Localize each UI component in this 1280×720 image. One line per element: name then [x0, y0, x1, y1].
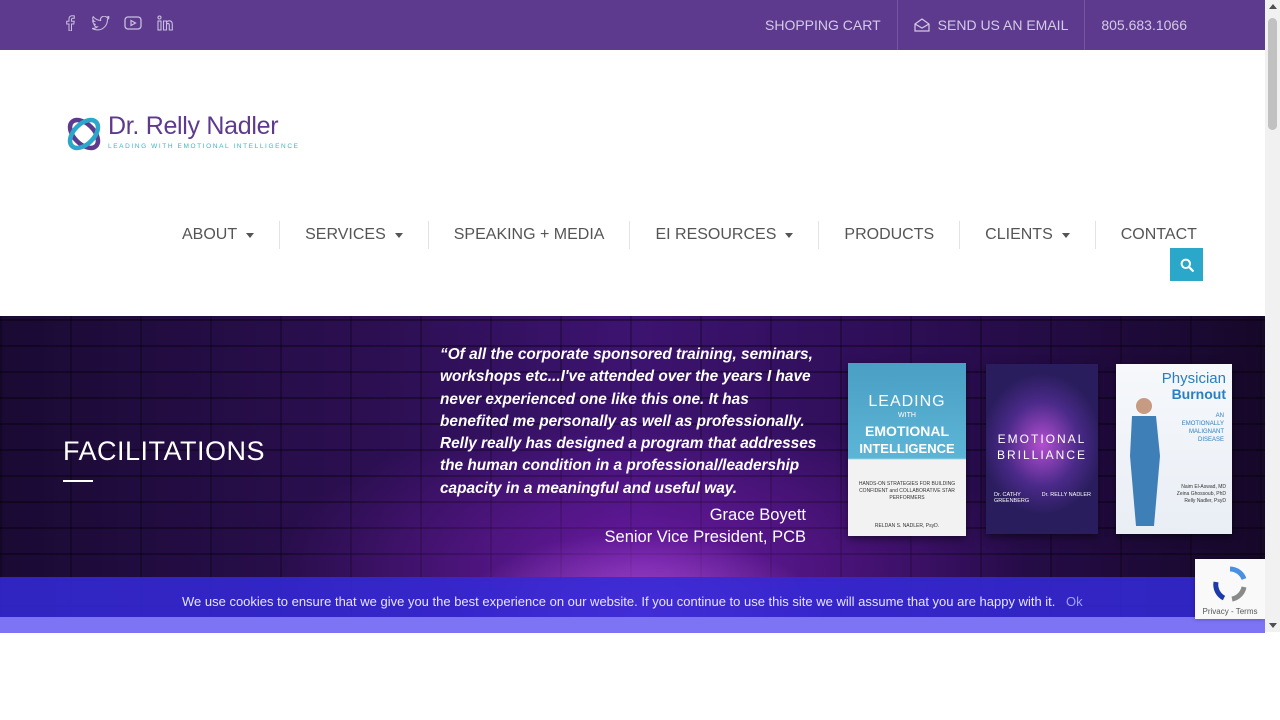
book-author: Dr. CATHY GREENBERG: [994, 492, 1030, 504]
scroll-down-arrow-icon[interactable]: [1269, 623, 1277, 628]
nav-item-products[interactable]: PRODUCTS: [818, 221, 959, 249]
linkedin-icon[interactable]: [156, 14, 174, 32]
nav-item-about[interactable]: ABOUT: [157, 221, 279, 249]
book-title: EMOTIONAL: [997, 432, 1087, 446]
book-subtitle: HANDS-ON STRATEGIES FOR BUILDING CONFIDE…: [858, 481, 956, 501]
caret-down-icon: [1061, 232, 1070, 238]
cookie-ok-button[interactable]: Ok: [1066, 594, 1083, 609]
nav-item-label: PRODUCTS: [844, 226, 935, 243]
book-title: WITH: [898, 412, 916, 419]
testimonial-quote: “Of all the corporate sponsored training…: [440, 346, 817, 497]
phone-label: 805.683.1066: [1101, 17, 1187, 33]
recaptcha-badge[interactable]: Privacy - Terms: [1195, 559, 1265, 619]
recaptcha-icon: [1213, 566, 1247, 602]
book-cover-physician-burnout[interactable]: Physician Burnout AN EMOTIONALLY MALIGNA…: [1116, 364, 1232, 534]
testimonial-author-title: Senior Vice President, PCB: [604, 528, 806, 546]
page-scrollbar[interactable]: [1265, 0, 1280, 632]
shopping-cart-label: SHOPPING CART: [765, 17, 881, 33]
nav-item-label: EI RESOURCES: [655, 226, 777, 243]
book-title: LEADING: [868, 393, 946, 410]
book-author: Dr. RELLY NADLER: [1041, 492, 1091, 498]
nav-item-ei-resources[interactable]: EI RESOURCES: [629, 221, 818, 249]
main-nav: ABOUT SERVICES SPEAKING + MEDIA EI RESOU…: [157, 220, 1222, 250]
hero-title-underline: [63, 480, 93, 482]
site-logo[interactable]: Dr. Relly Nadler LEADING WITH EMOTIONAL …: [64, 112, 298, 156]
book-author: RELDAN S. NADLER, PsyD.: [874, 523, 940, 529]
shopping-cart-link[interactable]: SHOPPING CART: [749, 0, 897, 50]
caret-down-icon: [785, 232, 794, 238]
cookie-text: We use cookies to ensure that we give yo…: [182, 594, 1056, 609]
nav-item-label: SERVICES: [305, 226, 386, 243]
scrollbar-thumb[interactable]: [1268, 18, 1277, 130]
logo-mark-icon: [67, 117, 101, 151]
search-button[interactable]: [1170, 248, 1203, 281]
email-label: SEND US AN EMAIL: [937, 17, 1069, 33]
hero-title: FACILITATIONS: [63, 436, 266, 466]
nav-item-services[interactable]: SERVICES: [279, 221, 428, 249]
book-author: Naim El-Aswad, MD Zeina Ghossoub, PhD Re…: [1176, 484, 1226, 504]
testimonial-author: Grace Boyett: [709, 506, 806, 524]
book-cover-leading-with-ei[interactable]: LEADING WITH EMOTIONAL INTELLIGENCE HAND…: [848, 363, 966, 536]
nav-item-clients[interactable]: CLIENTS: [959, 221, 1095, 249]
book-title: INTELLIGENCE: [859, 441, 955, 456]
logo-tagline: LEADING WITH EMOTIONAL INTELLIGENCE: [108, 143, 300, 150]
cookie-bar-bottom: [0, 617, 1265, 633]
book-subtitle: AN EMOTIONALLY MALIGNANT DISEASE: [1181, 413, 1224, 443]
email-link[interactable]: SEND US AN EMAIL: [896, 0, 1085, 50]
scroll-up-arrow-icon[interactable]: [1269, 4, 1277, 9]
top-bar: SHOPPING CART SEND US AN EMAIL 805.683.1…: [0, 0, 1265, 50]
youtube-icon[interactable]: [124, 14, 142, 32]
phone-link[interactable]: 805.683.1066: [1084, 0, 1203, 50]
recaptcha-links[interactable]: Privacy - Terms: [1195, 607, 1265, 616]
envelope-icon: [914, 18, 930, 32]
caret-down-icon: [394, 232, 403, 238]
search-icon: [1180, 258, 1194, 272]
nav-item-speaking-media[interactable]: SPEAKING + MEDIA: [427, 221, 630, 249]
nav-item-label: CONTACT: [1120, 226, 1197, 243]
cookie-notice: We use cookies to ensure that we give yo…: [0, 577, 1265, 633]
logo-name: Dr. Relly Nadler: [108, 112, 279, 140]
twitter-icon[interactable]: [92, 14, 110, 32]
caret-down-icon: [246, 232, 255, 238]
nav-item-label: ABOUT: [182, 226, 238, 243]
book-title: BRILLIANCE: [996, 448, 1088, 462]
book-title: Physician: [1161, 370, 1226, 387]
facebook-icon[interactable]: [61, 14, 79, 32]
nav-item-label: CLIENTS: [985, 226, 1053, 243]
book-cover-emotional-brilliance[interactable]: EMOTIONAL BRILLIANCE Dr. CATHY GREENBERG…: [986, 364, 1098, 534]
nav-item-label: SPEAKING + MEDIA: [453, 226, 605, 243]
nav-item-contact[interactable]: CONTACT: [1094, 221, 1222, 249]
physician-figure-icon: [1130, 398, 1160, 526]
book-title: EMOTIONAL: [865, 423, 949, 439]
